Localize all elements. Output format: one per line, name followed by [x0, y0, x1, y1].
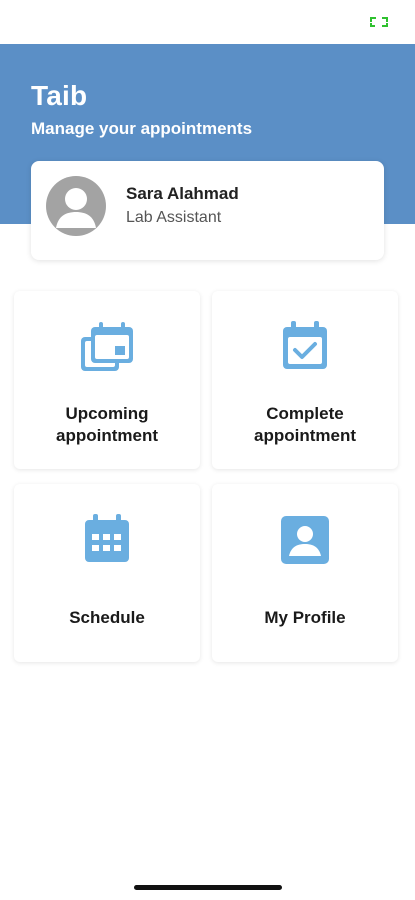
- my-profile-tile[interactable]: My Profile: [212, 484, 398, 662]
- calendar-stack-icon: [81, 322, 133, 371]
- calendar-grid-icon: [85, 514, 129, 562]
- screen-mirroring-icon: [370, 17, 388, 27]
- tile-label: Schedule: [69, 608, 145, 627]
- profile-card-icon: [281, 516, 329, 564]
- tile-label: Complete appointment: [254, 404, 356, 445]
- schedule-tile[interactable]: Schedule: [14, 484, 200, 662]
- user-role: Lab Assistant: [126, 209, 222, 226]
- default-user-avatar-icon: [46, 176, 106, 236]
- upcoming-appointment-tile[interactable]: Upcoming appointment: [14, 291, 200, 469]
- home-indicator[interactable]: [134, 885, 282, 890]
- calendar-check-icon: [283, 321, 327, 369]
- complete-appointment-tile[interactable]: Complete appointment: [212, 291, 398, 469]
- tile-label: Upcoming appointment: [56, 404, 158, 445]
- app-subtitle: Manage your appointments: [31, 119, 253, 138]
- status-bar: [0, 0, 415, 44]
- app-title: Taib: [31, 80, 88, 111]
- profile-card[interactable]: Sara Alahmad Lab Assistant: [31, 161, 384, 260]
- user-name: Sara Alahmad: [126, 184, 239, 203]
- tile-label: My Profile: [264, 608, 346, 627]
